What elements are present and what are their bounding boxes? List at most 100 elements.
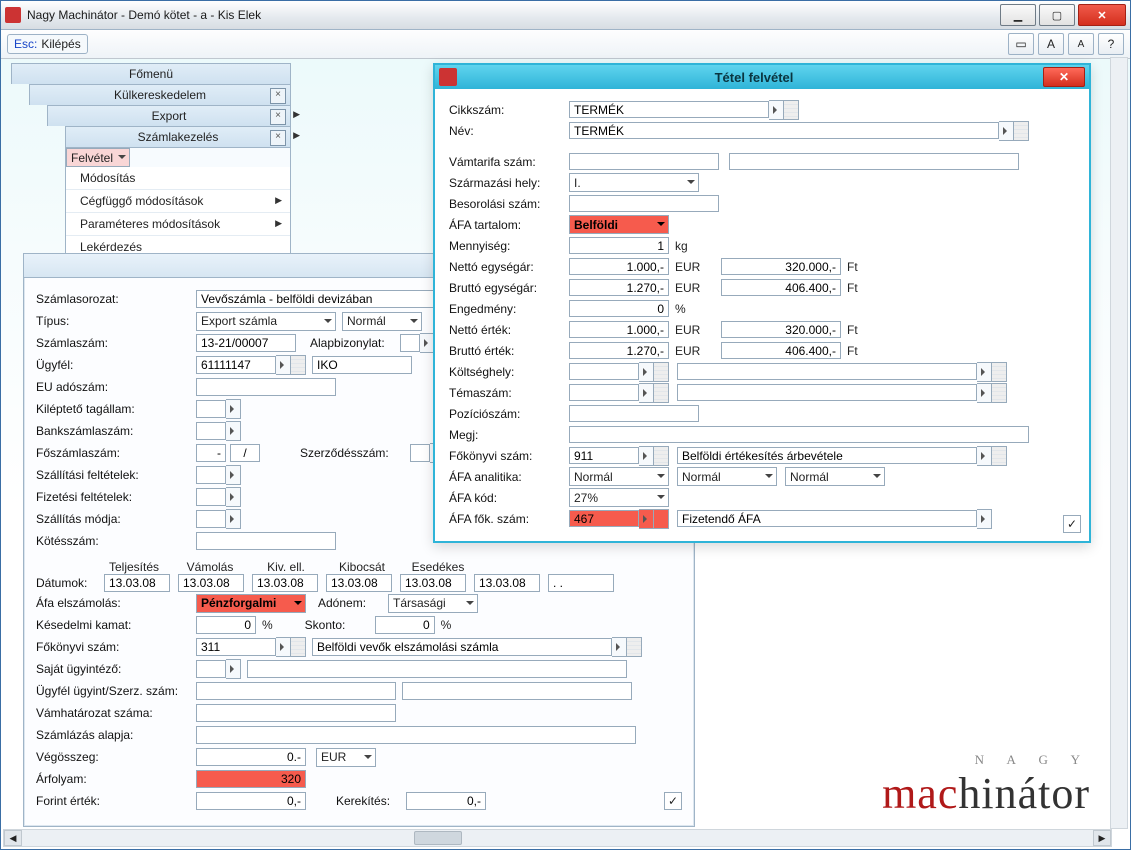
minimize-button[interactable] (1000, 4, 1036, 26)
lookup-icon[interactable] (769, 100, 784, 120)
lookup-icon[interactable] (639, 383, 654, 403)
menu-export-header[interactable]: Export×▶ (47, 105, 291, 126)
lookup-icon[interactable] (226, 659, 241, 679)
vegosszeg-input[interactable] (196, 748, 306, 766)
koltseghely-desc-input[interactable] (677, 363, 977, 380)
tipus2-select[interactable]: Normál (342, 312, 422, 331)
history-icon[interactable] (654, 446, 669, 466)
close-icon[interactable]: × (270, 88, 286, 104)
bruttoegys-huf-input[interactable] (721, 279, 841, 296)
nev-input[interactable] (569, 122, 999, 139)
menu-item-cegfuggo[interactable]: Cégfüggő módosítások▶ (66, 190, 290, 213)
afaelsz-select[interactable]: Pénzforgalmi (196, 594, 306, 613)
currency-select[interactable]: EUR (316, 748, 376, 767)
dialog-titlebar[interactable]: Tétel felvétel ✕ (435, 65, 1089, 89)
szlaalap-input[interactable] (196, 726, 636, 744)
date-input[interactable] (252, 574, 318, 592)
lookup-icon[interactable] (639, 362, 654, 382)
lookup-icon[interactable] (977, 446, 992, 466)
history-icon[interactable] (992, 446, 1007, 466)
history-icon[interactable] (654, 509, 669, 529)
engedmeny-input[interactable] (569, 300, 669, 317)
toolbar-help-button[interactable]: ? (1098, 33, 1124, 55)
lookup-icon[interactable] (639, 509, 654, 529)
menu-invoice-header[interactable]: Számlakezelés× (65, 126, 291, 147)
close-button[interactable] (1078, 4, 1126, 26)
date-input[interactable] (548, 574, 614, 592)
lookup-icon[interactable] (999, 121, 1014, 141)
temaszam-input[interactable] (569, 384, 639, 401)
bankszla-input[interactable] (196, 422, 226, 440)
alapbiz-input[interactable] (400, 334, 420, 352)
fizfelt-input[interactable] (196, 488, 226, 506)
sajatugy-desc-input[interactable] (247, 660, 627, 678)
vamhat-input[interactable] (196, 704, 396, 722)
dialog-confirm-check[interactable]: ✓ (1063, 515, 1081, 533)
history-icon[interactable] (654, 362, 669, 382)
bruttoertek-huf-input[interactable] (721, 342, 841, 359)
horizontal-scrollbar[interactable]: ◀ ▶ (3, 829, 1112, 847)
toolbar-font-a-button[interactable]: A (1038, 33, 1064, 55)
lookup-icon[interactable] (276, 637, 291, 657)
megj-input[interactable] (569, 426, 1029, 443)
dlg-fokonyv-desc-input[interactable] (677, 447, 977, 464)
lookup-icon[interactable] (612, 637, 627, 657)
history-icon[interactable] (654, 383, 669, 403)
menu-item-parameteres[interactable]: Paraméteres módosítások▶ (66, 213, 290, 236)
fokonyv-desc-input[interactable] (312, 638, 612, 656)
ugyfel-input[interactable] (196, 356, 276, 374)
lookup-icon[interactable] (226, 399, 241, 419)
date-input[interactable] (326, 574, 392, 592)
arfolyam-input[interactable] (196, 770, 306, 788)
ugyfelugy-input2[interactable] (402, 682, 632, 700)
lookup-icon[interactable] (639, 446, 654, 466)
dlg-fokonyv-input[interactable] (569, 447, 639, 464)
maximize-button[interactable] (1039, 4, 1075, 26)
forintertek-input[interactable] (196, 792, 306, 810)
lookup-icon[interactable] (977, 362, 992, 382)
foszamla-input1[interactable] (196, 444, 226, 462)
kerekites-input[interactable] (406, 792, 486, 810)
history-icon[interactable] (291, 355, 306, 375)
afaanal-select[interactable]: Normál (569, 467, 669, 486)
besorolasi-input[interactable] (569, 195, 719, 212)
dialog-close-button[interactable]: ✕ (1043, 67, 1085, 87)
skonto-input[interactable] (375, 616, 435, 634)
cikkszam-input[interactable] (569, 101, 769, 118)
nettoertek-huf-input[interactable] (721, 321, 841, 338)
history-icon[interactable] (992, 362, 1007, 382)
exit-button[interactable]: Esc: Kilépés (7, 34, 88, 54)
pozicio-input[interactable] (569, 405, 699, 422)
fokonyv-input[interactable] (196, 638, 276, 656)
kotesszam-input[interactable] (196, 532, 336, 550)
lookup-icon[interactable] (226, 487, 241, 507)
close-icon[interactable]: × (270, 109, 286, 125)
date-input[interactable] (474, 574, 540, 592)
tipus-select[interactable]: Export számla (196, 312, 336, 331)
bruttoertek-input[interactable] (569, 342, 669, 359)
lookup-icon[interactable] (977, 509, 992, 529)
temaszam-desc-input[interactable] (677, 384, 977, 401)
adonem-select[interactable]: Társasági (388, 594, 478, 613)
date-input[interactable] (400, 574, 466, 592)
szerzodes-input[interactable] (410, 444, 430, 462)
foszamla-input2[interactable] (230, 444, 260, 462)
afafok-input[interactable] (569, 510, 639, 527)
nettoegys-input[interactable] (569, 258, 669, 275)
nettoegys-huf-input[interactable] (721, 258, 841, 275)
menu-item-felvetel[interactable]: Felvétel (66, 148, 130, 167)
szamlaszam-input[interactable] (196, 334, 296, 352)
koltseghely-input[interactable] (569, 363, 639, 380)
afatartalom-select[interactable]: Belföldi (569, 215, 669, 234)
szallmod-input[interactable] (196, 510, 226, 528)
sajatugy-input[interactable] (196, 660, 226, 678)
nettoertek-input[interactable] (569, 321, 669, 338)
kesekamat-input[interactable] (196, 616, 256, 634)
scroll-thumb[interactable] (414, 831, 462, 845)
ugyfelugy-input[interactable] (196, 682, 396, 700)
scroll-left-icon[interactable]: ◀ (4, 830, 22, 846)
vamtarifa-input[interactable] (569, 153, 719, 170)
lookup-icon[interactable] (226, 465, 241, 485)
bruttoegys-input[interactable] (569, 279, 669, 296)
lookup-icon[interactable] (977, 383, 992, 403)
